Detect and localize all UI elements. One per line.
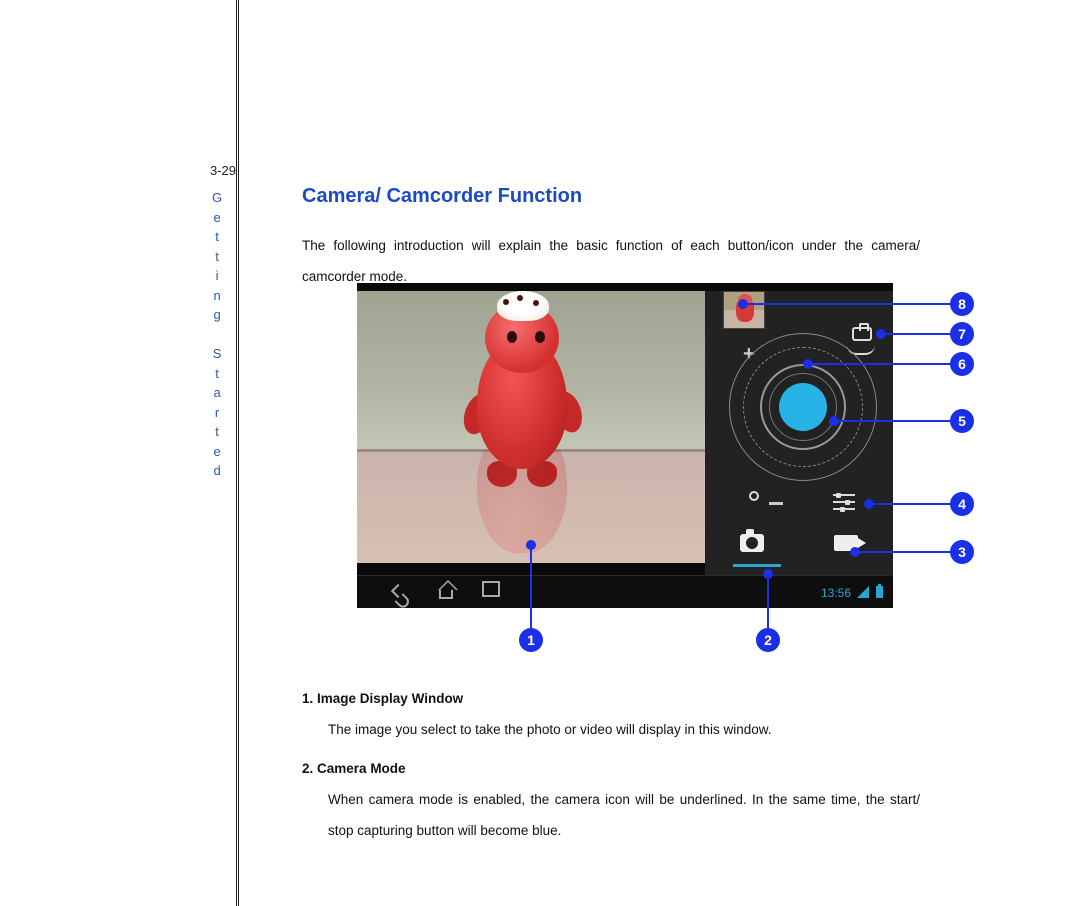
section-title: Camera/ Camcorder Function bbox=[302, 185, 920, 208]
callout-lead bbox=[858, 551, 952, 553]
callout-lead bbox=[767, 577, 769, 628]
callout-6: 6 bbox=[950, 352, 974, 376]
page-number: 3-29 bbox=[210, 163, 236, 178]
back-icon[interactable] bbox=[393, 584, 413, 600]
signal-icon bbox=[857, 586, 869, 598]
battery-icon bbox=[876, 586, 883, 598]
page-divider bbox=[236, 0, 239, 906]
callout-4: 4 bbox=[950, 492, 974, 516]
shutter-button[interactable] bbox=[779, 383, 827, 431]
callout-1: 1 bbox=[519, 628, 543, 652]
zoom-out-icon[interactable] bbox=[769, 502, 783, 505]
callout-lead bbox=[872, 503, 952, 505]
recent-apps-icon[interactable] bbox=[485, 584, 505, 600]
callout-lead bbox=[837, 420, 952, 422]
callout-lead bbox=[884, 333, 952, 335]
image-display-window bbox=[357, 291, 739, 563]
list-item-body: When camera mode is enabled, the camera … bbox=[302, 784, 920, 846]
feature-list: 1. Image Display Window The image you se… bbox=[302, 675, 920, 846]
status-clock: 13:56 bbox=[821, 586, 851, 600]
list-item-body: The image you select to take the photo o… bbox=[302, 714, 920, 745]
camera-controls-panel: + bbox=[705, 291, 893, 575]
camera-mode-underline bbox=[733, 564, 781, 567]
exposure-icon[interactable] bbox=[749, 491, 759, 501]
list-item-heading: 1. Image Display Window bbox=[302, 683, 920, 714]
section-label-vertical: Getting Started bbox=[212, 188, 224, 481]
callout-2: 2 bbox=[756, 628, 780, 652]
callout-lead bbox=[746, 303, 952, 305]
callout-8: 8 bbox=[950, 292, 974, 316]
callout-lead bbox=[530, 548, 532, 628]
home-icon[interactable] bbox=[439, 584, 459, 600]
callout-5: 5 bbox=[950, 409, 974, 433]
callout-3: 3 bbox=[950, 540, 974, 564]
callout-7: 7 bbox=[950, 322, 974, 346]
camera-mode-icon[interactable] bbox=[740, 534, 764, 552]
callout-lead bbox=[811, 363, 952, 365]
android-navbar: 13:56 bbox=[357, 575, 893, 608]
switch-camera-icon[interactable] bbox=[849, 327, 875, 349]
camera-app-screenshot: + 13:56 bbox=[357, 283, 893, 608]
settings-sliders-icon[interactable] bbox=[833, 491, 855, 513]
gallery-thumbnail[interactable] bbox=[723, 291, 765, 329]
list-item-heading: 2. Camera Mode bbox=[302, 753, 920, 784]
